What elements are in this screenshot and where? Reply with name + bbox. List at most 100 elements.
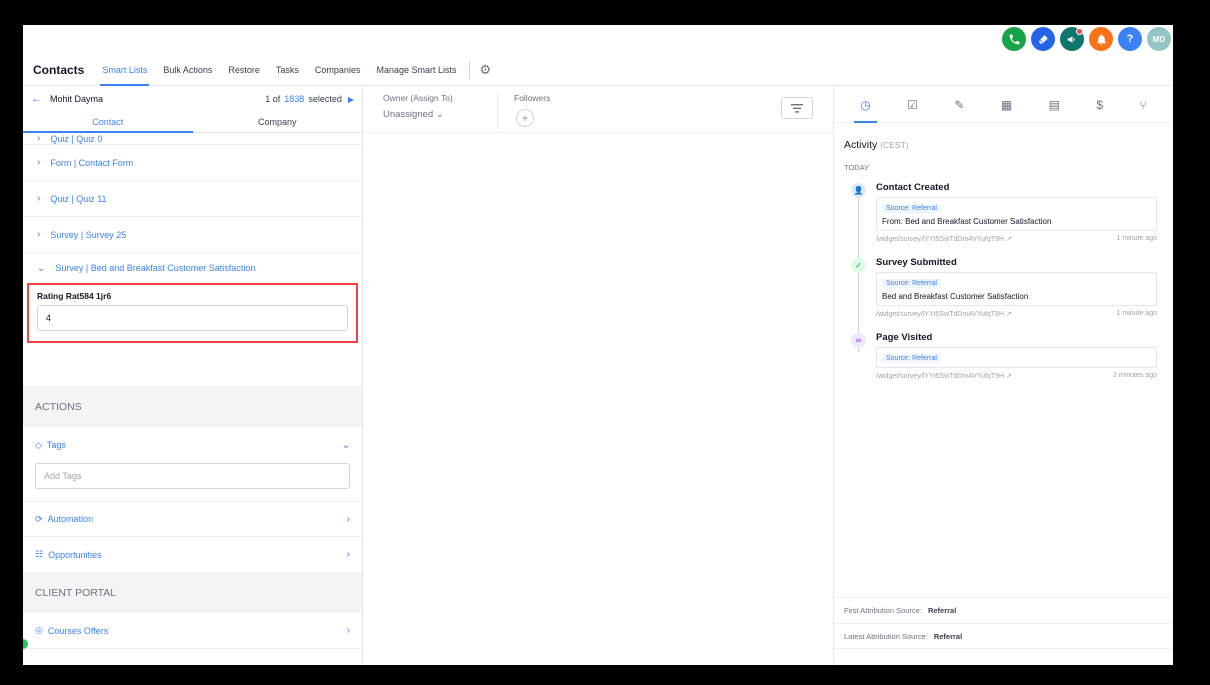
courses-label: Courses Offers bbox=[47, 625, 109, 636]
latest-attribution-label: Latest Attribution Source: bbox=[844, 631, 928, 641]
event-text: Bed and Breakfast Customer Satisfaction bbox=[882, 292, 1029, 301]
megaphone-icon[interactable] bbox=[1060, 27, 1084, 51]
accordion-contact-form[interactable]: › Form | Contact Form bbox=[23, 145, 362, 181]
activity-tabs: ◷ ☑ ✎ ▦ ▤ $ ⑂ bbox=[834, 87, 1173, 123]
top-icon-bar: ? MD bbox=[1002, 27, 1173, 53]
first-attribution-label: First Attribution Source: bbox=[844, 606, 922, 615]
add-follower-icon[interactable]: + bbox=[516, 109, 534, 127]
chevron-right-icon: › bbox=[37, 157, 41, 168]
latest-attribution: Latest Attribution Source: Referral bbox=[834, 623, 1173, 649]
external-link-icon: ↗ bbox=[1005, 373, 1012, 380]
main-content-panel: Owner (Assign To) Unassigned ⌄ Followers… bbox=[363, 87, 833, 665]
event-url-text: /widget/survey/lYYt5SwTdDm4VYufqT9H bbox=[876, 373, 1004, 380]
phone-icon[interactable] bbox=[1002, 27, 1026, 51]
owner-value-text: Unassigned bbox=[383, 109, 434, 120]
accordion-bnb-survey[interactable]: ⌄ Survey | Bed and Breakfast Customer Sat… bbox=[23, 253, 362, 283]
activity-timeline: 👤 Contact Created Source: Referral From:… bbox=[834, 182, 1173, 380]
event-title: Page Visited bbox=[876, 332, 933, 343]
rocket-icon[interactable] bbox=[1031, 27, 1055, 51]
event-url-text: /widget/survey/lYYt5SwTdDm4VYufqT9H bbox=[876, 311, 1004, 318]
timeline-event: ✓ Survey Submitted Source: Referral Bed … bbox=[834, 257, 1173, 318]
source-badge: Source: Referral bbox=[882, 279, 941, 288]
user-icon: 👤 bbox=[851, 183, 866, 198]
nav-divider bbox=[468, 61, 470, 79]
accordion-survey-25[interactable]: › Survey | Survey 25 bbox=[23, 217, 362, 253]
event-url[interactable]: /widget/survey/lYYt5SwTdDm4VYufqT9H ↗ bbox=[876, 372, 1012, 380]
event-time: 1 minute ago bbox=[1116, 310, 1157, 317]
latest-attribution-value: Referral bbox=[933, 631, 963, 641]
contact-header: ← Mohit Dayma 1 of 1838 selected ▶ bbox=[23, 87, 362, 111]
opportunities-label: Opportunities bbox=[48, 549, 102, 560]
accordion-label: Quiz | Quiz 11 bbox=[50, 193, 107, 204]
back-arrow-icon[interactable]: ← bbox=[31, 93, 42, 105]
event-card: Source: Referral bbox=[876, 347, 1157, 368]
external-link-icon: ↗ bbox=[1005, 311, 1012, 318]
workflow-icon[interactable]: ⑂ bbox=[1140, 87, 1147, 123]
accordion-quiz-0[interactable]: › Quiz | Quiz 0 bbox=[23, 133, 362, 145]
today-label: TODAY bbox=[844, 163, 870, 172]
followers-section: Followers + bbox=[498, 93, 781, 127]
document-icon[interactable]: ▤ bbox=[1049, 87, 1060, 123]
event-card: Source: Referral From: Bed and Breakfast… bbox=[876, 197, 1157, 231]
accordion-label: Survey | Survey 25 bbox=[50, 229, 127, 240]
tags-input[interactable]: Add Tags bbox=[35, 463, 350, 489]
tab-contact[interactable]: Contact bbox=[23, 111, 193, 133]
app-window: ? MD Contacts Smart Lists Bulk Actions R… bbox=[23, 25, 1173, 665]
filter-button[interactable] bbox=[781, 97, 813, 119]
activity-title: Activity (CEST) bbox=[834, 123, 1173, 151]
tab-smart-lists[interactable]: Smart Lists bbox=[100, 55, 150, 86]
chevron-right-icon: › bbox=[346, 549, 350, 560]
automation-label: Automation bbox=[47, 514, 94, 524]
clock-icon[interactable]: ◷ bbox=[853, 87, 878, 123]
dollar-icon[interactable]: $ bbox=[1096, 87, 1103, 123]
automation-row[interactable]: ⟳ Automation › bbox=[23, 501, 362, 537]
tab-restore[interactable]: Restore bbox=[228, 55, 260, 86]
gear-icon[interactable]: ⚙ bbox=[480, 62, 492, 78]
first-attribution: First Attribution Source: Referral bbox=[834, 597, 1173, 623]
rating-label: Rating Rat584 1jr6 bbox=[37, 291, 112, 301]
chevron-right-icon: › bbox=[37, 229, 41, 240]
tab-companies[interactable]: Companies bbox=[315, 55, 361, 86]
opportunities-icon: ☷ bbox=[35, 549, 44, 559]
help-icon[interactable]: ? bbox=[1118, 27, 1142, 51]
opportunities-row[interactable]: ☷ Opportunities › bbox=[23, 537, 362, 573]
event-url[interactable]: /widget/survey/lYYt5SwTdDm4VYufqT9H ↗ bbox=[876, 310, 1012, 318]
chevron-right-icon: › bbox=[346, 625, 350, 636]
tab-tasks[interactable]: Tasks bbox=[276, 55, 299, 86]
owner-selector[interactable]: Owner (Assign To) Unassigned ⌄ bbox=[383, 93, 498, 129]
contact-details-panel: ← Mohit Dayma 1 of 1838 selected ▶ Contact … bbox=[23, 87, 363, 665]
pager-total[interactable]: 1838 bbox=[284, 94, 304, 104]
contact-subtabs: Contact Company bbox=[23, 111, 362, 133]
tab-bulk-actions[interactable]: Bulk Actions bbox=[163, 55, 212, 86]
pencil-icon[interactable]: ✎ bbox=[954, 87, 964, 123]
event-text: From: Bed and Breakfast Customer Satisfa… bbox=[882, 217, 1052, 226]
calendar-icon[interactable]: ▦ bbox=[1001, 87, 1012, 123]
owner-value[interactable]: Unassigned ⌄ bbox=[383, 109, 497, 120]
task-check-icon[interactable]: ☑ bbox=[907, 87, 918, 123]
accordion-quiz-11[interactable]: › Quiz | Quiz 11 bbox=[23, 181, 362, 217]
event-meta: /widget/survey/lYYt5SwTdDm4VYufqT9H ↗ 1 … bbox=[876, 310, 1157, 318]
courses-icon: ◎ bbox=[35, 625, 43, 635]
accordion-label: Quiz | Quiz 0 bbox=[50, 134, 103, 144]
event-url[interactable]: /widget/survey/lYYt5SwTdDm4VYufqT9H ↗ bbox=[876, 235, 1012, 243]
source-badge: Source: Referral bbox=[882, 354, 941, 363]
tags-label: Tags bbox=[46, 440, 66, 450]
actions-heading: ACTIONS bbox=[23, 387, 362, 427]
chevron-down-icon: ⌄ bbox=[37, 262, 46, 274]
next-contact-icon[interactable]: ▶ bbox=[348, 95, 354, 104]
automation-icon: ⟳ bbox=[35, 513, 43, 524]
user-avatar[interactable]: MD bbox=[1147, 27, 1171, 51]
tab-company[interactable]: Company bbox=[193, 111, 363, 132]
activity-panel: ◷ ☑ ✎ ▦ ▤ $ ⑂ Activity (CEST) TODAY 👤 Con… bbox=[833, 87, 1173, 665]
bell-icon[interactable] bbox=[1089, 27, 1113, 51]
first-attribution-value: Referral bbox=[927, 606, 957, 615]
accordion-label: Form | Contact Form bbox=[50, 157, 134, 168]
owner-label: Owner (Assign To) bbox=[383, 93, 453, 103]
tags-row[interactable]: ◇ Tags ⌄ bbox=[23, 427, 362, 463]
courses-offers-row[interactable]: ◎ Courses Offers › bbox=[23, 613, 362, 649]
tab-manage-smart-lists[interactable]: Manage Smart Lists bbox=[376, 55, 456, 86]
contact-name: Mohit Dayma bbox=[50, 94, 104, 104]
contact-pager: 1 of 1838 selected ▶ bbox=[265, 94, 354, 104]
rating-input[interactable]: 4 bbox=[37, 305, 348, 331]
event-meta: /widget/survey/lYYt5SwTdDm4VYufqT9H ↗ 1 … bbox=[876, 235, 1157, 243]
